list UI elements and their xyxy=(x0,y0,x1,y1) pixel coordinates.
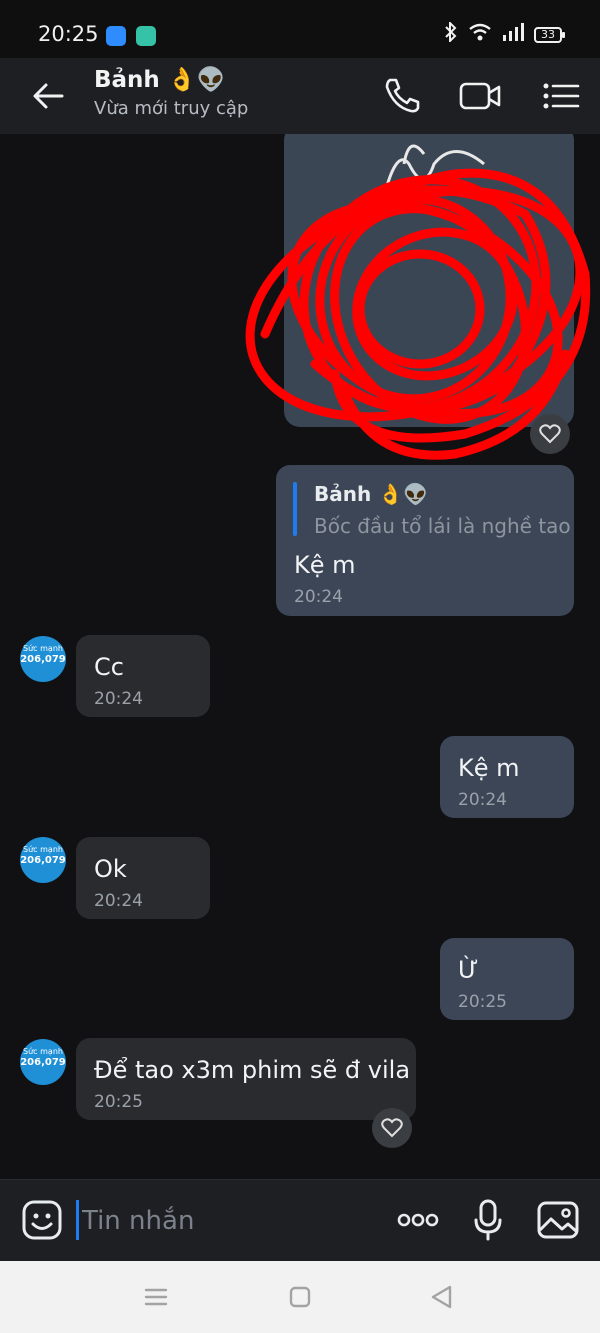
contact-name[interactable]: Bảnh 👌👽 xyxy=(94,66,225,93)
heart-reaction-icon[interactable] xyxy=(372,1108,412,1148)
message-time: 20:25 xyxy=(458,992,507,1012)
system-navigation-bar xyxy=(0,1261,600,1333)
message-text: Ok xyxy=(94,855,127,883)
quote-indicator xyxy=(293,482,297,536)
bluetooth-icon xyxy=(444,20,458,47)
message-list[interactable]: Bảnh 👌👽 Bốc đầu tổ lái là nghề tao Kệ m … xyxy=(0,134,600,1179)
message-time: 20:24 xyxy=(94,689,143,709)
incoming-message-bubble[interactable]: Ok 20:24 xyxy=(76,837,210,919)
composer-bar xyxy=(0,1179,600,1261)
message-text: Ừ xyxy=(458,956,479,984)
message-time: 20:24 xyxy=(94,891,143,911)
status-bar: 20:25 33 xyxy=(0,0,600,58)
status-time: 20:25 xyxy=(38,22,99,46)
message-time: 20:25 xyxy=(94,1092,143,1112)
back-triangle-icon[interactable] xyxy=(426,1281,458,1313)
home-icon[interactable] xyxy=(284,1281,316,1313)
gallery-image-icon[interactable] xyxy=(536,1198,580,1242)
sticker-icon[interactable] xyxy=(20,1198,64,1242)
wifi-icon xyxy=(468,22,492,47)
app-notification-icon xyxy=(136,26,156,46)
outgoing-message-bubble[interactable]: Kệ m 20:24 xyxy=(440,736,574,818)
incoming-message-bubble[interactable]: Cc 20:24 xyxy=(76,635,210,717)
menu-list-icon[interactable] xyxy=(538,74,582,118)
message-input[interactable] xyxy=(82,1200,382,1242)
status-icons: 33 xyxy=(444,20,565,47)
chat-header: Bảnh 👌👽 Vừa mới truy cập xyxy=(0,58,600,134)
app-notification-icon xyxy=(106,26,126,46)
message-text: Cc xyxy=(94,653,124,681)
message-text: Kệ m xyxy=(458,754,520,782)
quote-text: Bốc đầu tổ lái là nghề tao xyxy=(314,514,571,538)
phone-call-icon[interactable] xyxy=(380,74,424,118)
microphone-icon[interactable] xyxy=(466,1198,510,1242)
text-cursor xyxy=(76,1200,79,1240)
incoming-message-bubble[interactable]: Để tao x3m phim sẽ đ vila 20:25 xyxy=(76,1038,416,1120)
quote-sender: Bảnh 👌👽 xyxy=(314,482,428,506)
video-call-icon[interactable] xyxy=(458,74,502,118)
recent-apps-icon[interactable] xyxy=(140,1281,172,1313)
reply-message-bubble[interactable]: Bảnh 👌👽 Bốc đầu tổ lái là nghề tao Kệ m … xyxy=(276,465,574,616)
avatar[interactable]: Sức mạnh 206,079 xyxy=(20,837,66,883)
more-options-icon[interactable] xyxy=(396,1198,440,1242)
message-text: Để tao x3m phim sẽ đ vila xyxy=(94,1056,411,1084)
back-arrow-icon[interactable] xyxy=(28,76,68,116)
heart-reaction-icon[interactable] xyxy=(530,414,570,454)
message-text: Kệ m xyxy=(294,551,356,579)
message-time: 20:24 xyxy=(458,790,507,810)
avatar[interactable]: Sức mạnh 206,079 xyxy=(20,1039,66,1085)
message-time: 20:24 xyxy=(294,587,343,607)
contact-status: Vừa mới truy cập xyxy=(94,98,249,119)
signal-icon xyxy=(502,23,524,46)
outgoing-message-bubble[interactable]: Ừ 20:25 xyxy=(440,938,574,1020)
avatar[interactable]: Sức mạnh 206,079 xyxy=(20,636,66,682)
battery-icon: 33 xyxy=(534,26,565,43)
